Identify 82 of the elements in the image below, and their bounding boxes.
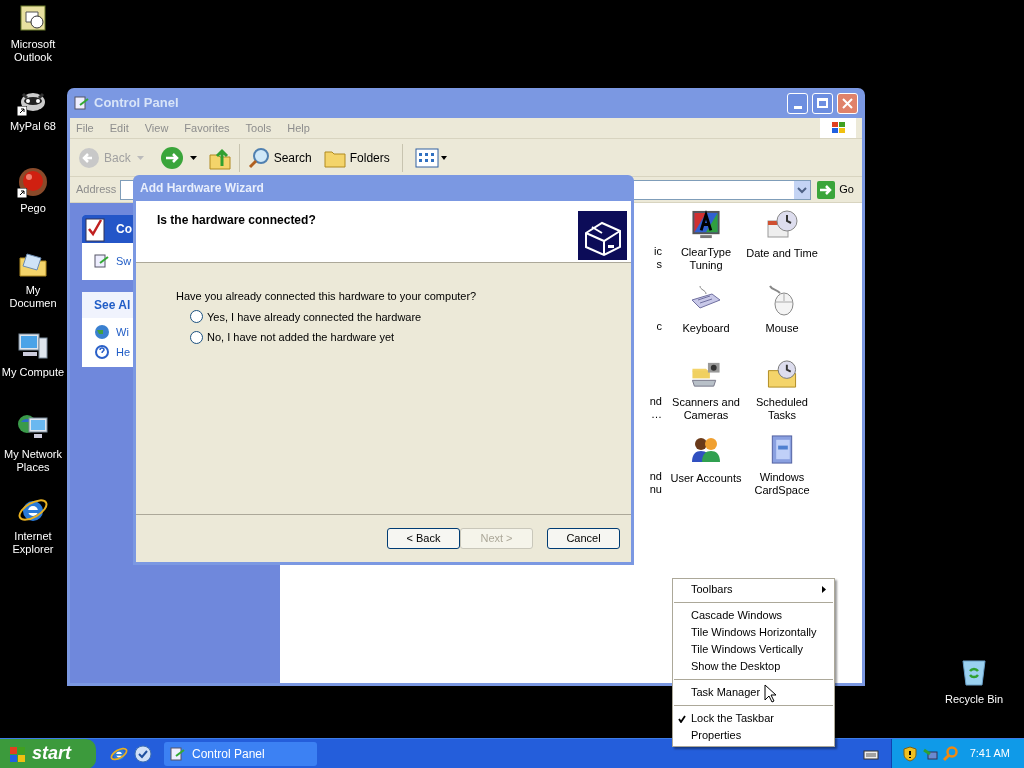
go-button[interactable]: Go (815, 180, 856, 199)
monitor-letter-icon (690, 209, 722, 240)
desktop-icon-label[interactable]: My Documen (1, 284, 65, 310)
computer-icon (17, 330, 49, 362)
menu-item[interactable]: Toolbars (673, 581, 834, 598)
menu-item[interactable]: Properties (673, 727, 834, 744)
folder-clock-icon (766, 359, 798, 390)
search-button[interactable]: Search (247, 146, 312, 169)
menu-item[interactable]: Task Manager (673, 684, 834, 701)
menu-item[interactable]: Tile Windows Horizontally (673, 624, 834, 641)
icon-label[interactable]: Keyboard (682, 322, 730, 335)
icon-label: nd (649, 470, 662, 483)
desktop-icon-label[interactable]: MyPal 68 (10, 120, 56, 133)
wizard-heading: Is the hardware connected? (157, 212, 316, 229)
menu-item[interactable]: Cascade Windows (673, 607, 834, 624)
task-link[interactable]: Sw (116, 253, 132, 270)
icon-label[interactable]: Tuning (689, 259, 723, 272)
dialog-button[interactable]: Cancel (547, 528, 620, 549)
icon-label[interactable]: Cameras (683, 409, 729, 422)
icon-label[interactable]: Scanners and (672, 396, 740, 409)
icon-label: nu (649, 483, 662, 496)
icon-label: ic (654, 245, 662, 258)
search-icon (247, 146, 270, 169)
control-panel-icon (94, 253, 110, 270)
dialog-title: Add Hardware Wizard (140, 180, 264, 197)
start-button[interactable]: start (0, 738, 96, 768)
close-button[interactable] (837, 92, 858, 114)
icon-label[interactable]: CardSpace (754, 484, 810, 497)
taskbar-button[interactable]: Control Panel (164, 741, 317, 766)
icon-label[interactable]: Scheduled (756, 396, 808, 409)
window-title: Control Panel (94, 94, 179, 113)
desktop-icon-label[interactable]: Microsoft Outlook (1, 38, 65, 64)
task-pane-header: Co (116, 221, 132, 238)
icon-label: c (656, 320, 662, 333)
desktop-icon-label[interactable]: My Network Places (1, 448, 65, 474)
wizard-question: Have you already connected this hardware to your computer? (176, 289, 478, 304)
dialog-button[interactable]: < Back (387, 528, 460, 549)
task-pane-header: See Al (94, 296, 131, 314)
icon-label[interactable]: Windows (759, 471, 805, 484)
radio-button[interactable] (190, 330, 203, 344)
icon-label[interactable]: Date and Time (746, 247, 818, 260)
hardware-drawer-icon (578, 211, 627, 260)
dropdown-arrow-icon (136, 155, 144, 160)
calendar-clock-icon (766, 209, 798, 241)
radio-option[interactable]: No, I have not added the hardware yet (176, 329, 631, 346)
close-icon (842, 97, 853, 109)
icon-label: s (656, 258, 662, 271)
checkmark-icon (678, 715, 686, 723)
menu-item[interactable]: Tile Windows Vertically (673, 641, 834, 658)
menu-item[interactable]: Lock the Taskbar (673, 710, 834, 727)
desktop-icon-label[interactable]: Recycle Bin (944, 691, 1004, 708)
desktop-icon-label[interactable]: Pego (20, 202, 46, 215)
folders-button[interactable]: Folders (323, 147, 390, 168)
views-icon[interactable] (414, 147, 447, 168)
dropdown-arrow-icon[interactable] (189, 155, 197, 160)
control-panel-icon (170, 745, 186, 762)
mouse-pointer-icon (764, 684, 776, 703)
help-icon (94, 344, 110, 361)
icon-label[interactable]: Tasks (767, 409, 797, 422)
icon-label[interactable]: ClearType (680, 246, 732, 259)
desktop-icon-label[interactable]: Internet Explorer (1, 530, 65, 556)
shield-icon[interactable] (901, 745, 918, 762)
clock: 7:41 AM (969, 746, 1010, 762)
radio-option[interactable]: Yes, I have already connected the hardware (176, 308, 631, 325)
icon-label: … (651, 408, 662, 421)
radio-button[interactable] (190, 310, 203, 324)
ball-icon (17, 166, 49, 198)
keyboard-icon[interactable] (862, 747, 879, 760)
desktop-icon-label[interactable]: My Compute (1, 366, 65, 379)
task-link[interactable]: Wi (116, 323, 129, 340)
icon-label[interactable]: Mouse (765, 322, 799, 335)
maximize-button[interactable] (812, 92, 833, 114)
address-label: Address (76, 182, 117, 198)
windows-flag-icon (820, 118, 856, 138)
icon-label[interactable]: User Accounts (670, 472, 742, 485)
control-panel-icon (74, 95, 90, 111)
menu-item[interactable]: Show the Desktop (673, 658, 834, 675)
minimize-button[interactable] (787, 92, 808, 114)
submenu-arrow-icon (822, 586, 826, 593)
icon-label: nd (649, 395, 662, 408)
task-link[interactable]: He (116, 344, 131, 361)
globe-icon (94, 323, 110, 340)
